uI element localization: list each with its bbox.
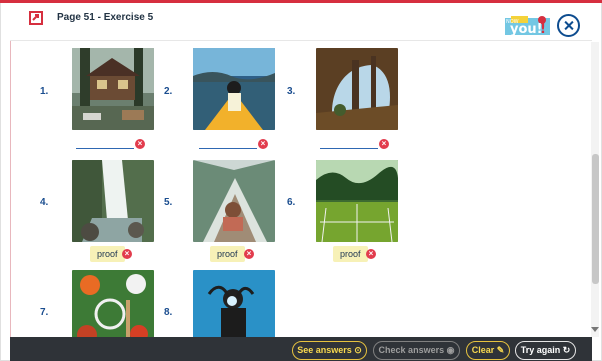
wrong-mark-icon-4: ×	[122, 249, 132, 259]
waterfall-icon	[72, 160, 154, 242]
wrong-mark-icon-5: ×	[244, 249, 254, 259]
item-number-5: 5.	[164, 197, 173, 208]
answer-input-3[interactable]	[320, 148, 378, 149]
see-answers-button[interactable]: See answers ⊙	[292, 341, 367, 360]
close-button[interactable]	[557, 14, 580, 37]
item-number-8: 8.	[164, 307, 173, 318]
answer-pill-6[interactable]: proof	[333, 246, 368, 262]
item-number-6: 6.	[287, 197, 296, 208]
brand-mark: !	[540, 22, 546, 37]
top-accent-line	[0, 0, 602, 3]
scroll-down-icon[interactable]	[591, 327, 599, 332]
cave-icon	[316, 48, 398, 130]
item-number-1: 1.	[40, 86, 49, 97]
tennis-court-icon	[316, 160, 398, 242]
clear-button[interactable]: Clear ✎	[466, 341, 510, 360]
brand-main-label: you!	[510, 22, 543, 37]
page-title: Page 51 - Exercise 5	[57, 12, 154, 23]
page-icon	[29, 11, 43, 25]
left-border	[10, 40, 11, 340]
item-number-4: 4.	[40, 197, 49, 208]
wrong-mark-icon-3: ×	[379, 139, 389, 149]
answer-pill-4[interactable]: proof	[90, 246, 125, 262]
answer-input-1[interactable]	[76, 148, 134, 149]
answer-input-2[interactable]	[199, 148, 257, 149]
wrong-mark-icon-1: ×	[135, 139, 145, 149]
check-answers-label: Check answers	[378, 345, 445, 355]
try-again-button[interactable]: Try again ↻	[515, 341, 576, 360]
wrong-mark-icon-2: ×	[258, 139, 268, 149]
see-answers-label: See answers	[297, 345, 352, 355]
clear-label: Clear	[471, 345, 495, 355]
tent-icon	[193, 160, 275, 242]
item-number-2: 2.	[164, 86, 173, 97]
canoe-icon	[193, 48, 275, 130]
answer-pill-5[interactable]: proof	[210, 246, 245, 262]
wrong-mark-icon-6: ×	[366, 249, 376, 259]
scrollbar-thumb[interactable]	[592, 154, 599, 284]
item-number-7: 7.	[40, 307, 49, 318]
now-you-logo: NOW you! !	[505, 16, 550, 37]
cabin-icon	[72, 48, 154, 130]
check-answers-button[interactable]: Check answers ◉	[373, 341, 460, 360]
item-number-3: 3.	[287, 86, 296, 97]
try-again-label: Try again	[520, 345, 561, 355]
